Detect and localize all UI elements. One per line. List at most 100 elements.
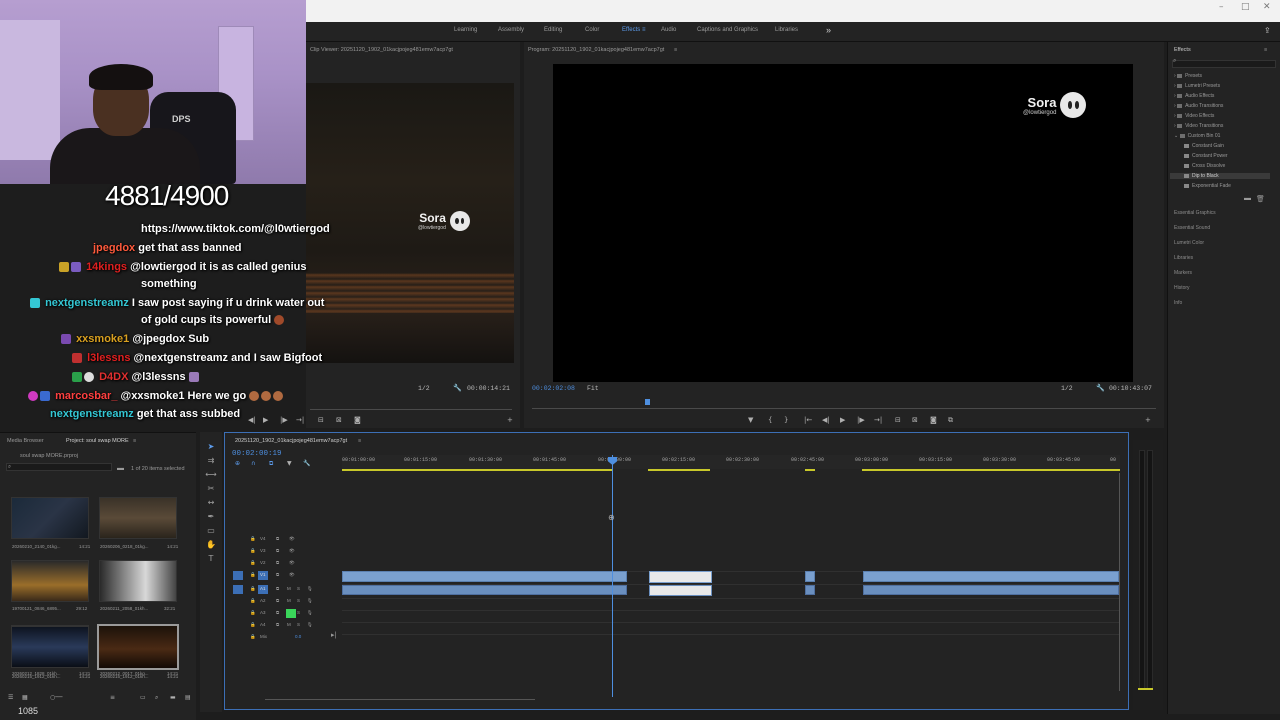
new-bin-bottom-icon[interactable]: ▬ [170, 694, 176, 701]
panel-markers[interactable]: Markers [1174, 270, 1192, 276]
track-sync-icon[interactable]: ⧉ [276, 598, 279, 603]
project-item-thumb[interactable] [99, 497, 177, 539]
program-step-forward-icon[interactable]: |▶ [857, 416, 865, 424]
effect-constant-gain[interactable]: Constant Gain [1184, 143, 1224, 149]
tab-media-browser[interactable]: Media Browser [7, 438, 44, 444]
source-scrub-bar[interactable] [310, 409, 512, 410]
snap-icon[interactable]: ∩ [251, 460, 255, 467]
track-label-a3[interactable]: A3 [260, 610, 266, 615]
panel-history[interactable]: History [1174, 285, 1190, 291]
timeline-vertical-scroll[interactable] [1119, 473, 1120, 691]
tab-learning[interactable]: Learning [454, 27, 477, 33]
razor-tool-icon[interactable]: ✂ [205, 484, 217, 494]
video-clip[interactable] [863, 571, 1119, 582]
effects-folder-lumetri-presets[interactable]: › Lumetri Presets [1174, 83, 1220, 89]
source-monitor-title[interactable]: Clip Viewer: 20251120_1902_01kacjpojeg48… [310, 47, 453, 53]
track-select-icon[interactable]: ⇉ [205, 456, 217, 466]
effects-search-input[interactable] [1172, 60, 1276, 68]
wrench-icon[interactable]: 🔧 [453, 384, 462, 392]
overwrite-icon[interactable]: ⊠ [336, 416, 342, 424]
export-frame-icon[interactable]: ◙ [930, 416, 937, 424]
timeline-horizontal-scroll[interactable] [265, 699, 535, 700]
program-fit-select[interactable]: Fit [587, 385, 599, 392]
step-back-icon[interactable]: ◀| [248, 416, 256, 424]
mute-button[interactable]: M [287, 622, 291, 627]
effects-folder-video-transitions[interactable]: › Video Transitions [1174, 123, 1223, 129]
program-menu-icon[interactable]: ≡ [674, 47, 677, 53]
track-lock-icon[interactable]: 🔒 [250, 536, 256, 542]
find-icon[interactable]: ⌕ [155, 694, 158, 702]
track-sync-icon[interactable]: ⧉ [276, 622, 279, 627]
timeline-settings-icon[interactable]: 🔧 [303, 460, 310, 467]
track-lock-icon[interactable]: 🔒 [250, 622, 256, 628]
track-sync-icon[interactable]: ⧉ [276, 586, 279, 591]
solo-button[interactable]: S [297, 598, 300, 603]
mute-button-active[interactable] [286, 609, 296, 618]
tab-libraries[interactable]: Libraries [775, 27, 798, 33]
track-lock-icon[interactable]: 🔒 [250, 548, 256, 554]
panel-lumetri-color[interactable]: Lumetri Color [1174, 240, 1204, 246]
track-sync-icon[interactable]: ⧉ [276, 536, 279, 541]
new-item-icon[interactable]: ▤ [185, 694, 191, 701]
tab-effects[interactable]: Effects [622, 27, 640, 33]
pen-tool-icon[interactable]: ✒ [205, 512, 217, 522]
source-patch-a1[interactable] [233, 585, 243, 594]
add-marker-timeline-icon[interactable]: ▼ [287, 460, 292, 467]
automate-icon[interactable]: ▭ [140, 694, 146, 701]
tab-captions-graphics[interactable]: Captions and Graphics [697, 27, 758, 33]
add-marker-icon[interactable]: ▼ [748, 416, 753, 424]
effects-folder-audio-effects[interactable]: › Audio Effects [1174, 93, 1214, 99]
effects-menu-icon[interactable]: ≡ [1264, 47, 1267, 53]
track-lock-icon[interactable]: 🔒 [250, 598, 256, 604]
camera-icon[interactable]: ◙ [354, 416, 361, 424]
hand-tool-icon[interactable]: ✋ [205, 540, 217, 550]
project-search-input[interactable] [6, 463, 112, 471]
linked-selection-icon[interactable]: ⧉ [269, 460, 273, 468]
program-scrub-bar[interactable] [532, 408, 1156, 409]
mic-icon[interactable]: 🎙 [307, 586, 313, 592]
nest-icon[interactable]: ⊕ [235, 460, 240, 467]
audio-clip[interactable] [342, 585, 627, 595]
source-resolution[interactable]: 1/2 [418, 385, 430, 392]
insert-icon[interactable]: ⊟ [318, 416, 324, 424]
solo-button[interactable]: S [297, 610, 300, 615]
project-item-thumb[interactable] [11, 626, 89, 668]
mute-button[interactable]: M [287, 586, 291, 591]
mark-in-icon[interactable]: { [768, 416, 772, 424]
tab-assembly[interactable]: Assembly [498, 27, 524, 33]
program-playhead[interactable] [645, 399, 650, 405]
zoom-slider[interactable]: ○── [50, 694, 62, 701]
lift-icon[interactable]: ⊟ [895, 416, 901, 424]
sequence-menu-icon[interactable]: ≡ [358, 438, 361, 444]
video-clip[interactable] [805, 571, 815, 582]
project-item-thumb[interactable] [11, 560, 89, 602]
sequence-tab[interactable]: 20251120_1902_01kacjpojeg481emw7acp7gt [235, 438, 347, 444]
track-sync-icon[interactable]: ⧉ [276, 572, 279, 577]
icon-view-icon[interactable]: ▦ [22, 694, 28, 701]
menu-icon[interactable]: ≡ [642, 27, 646, 33]
track-sync-icon[interactable]: ⧉ [276, 610, 279, 615]
effects-folder-video-effects[interactable]: › Video Effects [1174, 113, 1214, 119]
maximize-icon[interactable]: □ [1241, 2, 1250, 12]
minimize-icon[interactable]: – [1219, 2, 1224, 12]
new-bin-folder-icon[interactable]: ▬ [117, 465, 124, 472]
type-tool-icon[interactable]: T [205, 554, 217, 564]
video-clip[interactable] [342, 571, 627, 582]
source-add-button-icon[interactable]: + [507, 416, 513, 424]
tab-color[interactable]: Color [585, 27, 599, 33]
program-play-icon[interactable]: ▶ [840, 416, 845, 424]
audio-clip-selected[interactable] [649, 585, 712, 596]
more-tabs-icon[interactable]: » [826, 25, 831, 35]
program-add-button-icon[interactable]: + [1145, 416, 1151, 424]
go-to-end-icon[interactable]: ▸| [331, 631, 336, 639]
timeline-timecode[interactable]: 00:02:00:19 [232, 450, 282, 458]
list-view-icon[interactable]: ☰ [8, 694, 13, 701]
go-to-in-icon[interactable]: |← [804, 416, 812, 424]
program-go-to-out-icon[interactable]: →| [874, 416, 882, 424]
timeline-playhead[interactable] [612, 455, 613, 697]
solo-button[interactable]: S [297, 622, 300, 627]
panel-libraries[interactable]: Libraries [1174, 255, 1193, 261]
effect-dip-to-black[interactable]: Dip to Black [1170, 173, 1270, 179]
track-lock-icon[interactable]: 🔒 [250, 586, 256, 592]
mark-out-icon[interactable]: } [784, 416, 788, 424]
